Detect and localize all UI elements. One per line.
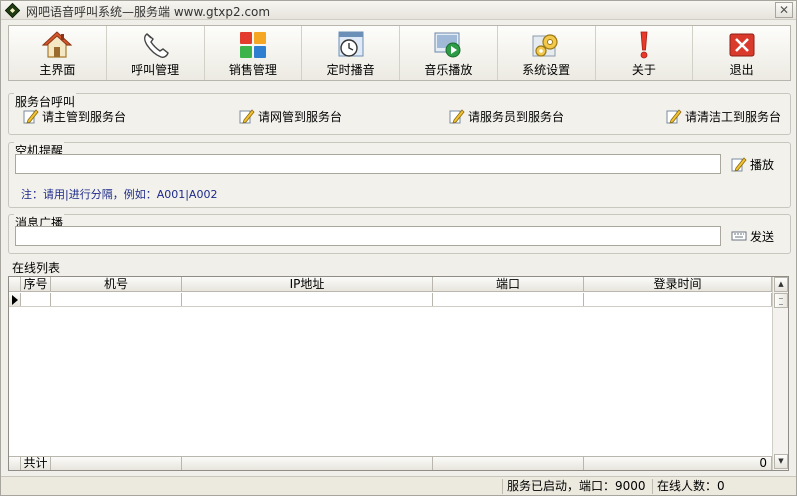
online-list-title: 在线列表 [12, 261, 61, 275]
toolbar-exit-button[interactable]: 退出 [693, 26, 790, 80]
footer-cell [182, 457, 433, 470]
column-header-index[interactable]: 序号 [21, 277, 51, 291]
call-network-admin-button[interactable]: 请网管到服务台 [239, 107, 342, 125]
table-cell[interactable] [182, 293, 433, 306]
main-toolbar: 主界面 呼叫管理 销售管理 定时播音 音乐播放 系统设置 关于 退出 [8, 25, 791, 81]
column-header-ip-address[interactable]: IP地址 [182, 277, 433, 291]
idle-reminder-note: 注：请用|进行分隔，例如：A001|A002 [21, 188, 218, 201]
send-button[interactable]: 发送 [731, 227, 774, 245]
send-label: 发送 [750, 229, 775, 244]
table-cell[interactable] [51, 293, 182, 306]
main-window: 网吧语音呼叫系统—服务端 www.gtxp2.com ✕ 主界面 呼叫管理 销售… [0, 0, 797, 496]
close-button[interactable]: ✕ [775, 2, 793, 18]
call-cleaner-label: 请清洁工到服务台 [685, 109, 782, 124]
table-cell[interactable] [433, 293, 584, 306]
online-count-status: 在线人数：0 [652, 479, 725, 494]
vertical-scrollbar[interactable]: ▲ ▼ [772, 277, 788, 470]
toolbar-about-button[interactable]: 关于 [596, 26, 694, 80]
grid-footer-row: 共计 0 [9, 456, 772, 470]
toolbar-about-label: 关于 [631, 63, 656, 77]
toolbar-call-management-button[interactable]: 呼叫管理 [107, 26, 205, 80]
footer-total-label: 共计 [21, 457, 51, 470]
table-cell[interactable] [584, 293, 772, 306]
toolbar-home-label: 主界面 [39, 63, 76, 77]
service-status: 服务已启动，端口：9000 [502, 479, 646, 494]
toolbar-exit-label: 退出 [729, 63, 754, 77]
phone-icon [144, 33, 169, 58]
keyboard-icon [731, 231, 747, 241]
play-button[interactable]: 播放 [731, 155, 774, 173]
toolbar-sales-management-button[interactable]: 销售管理 [205, 26, 303, 80]
call-supervisor-label: 请主管到服务台 [42, 109, 127, 124]
footer-total-count: 0 [584, 457, 772, 470]
row-indicator-footer [9, 457, 21, 470]
play-label: 播放 [750, 157, 775, 172]
edit-pen-icon [239, 109, 255, 124]
toolbar-music-player-button[interactable]: 音乐播放 [400, 26, 498, 80]
gear-icon [532, 34, 558, 57]
call-waiter-label: 请服务员到服务台 [468, 109, 565, 124]
status-bar: 服务已启动，端口：9000 在线人数：0 [1, 476, 796, 495]
title-bar[interactable]: 网吧语音呼叫系统—服务端 www.gtxp2.com ✕ [1, 1, 796, 20]
app-logo-icon [4, 2, 21, 19]
table-row[interactable] [9, 293, 772, 307]
edit-pen-icon [666, 109, 682, 124]
grid-header-row: 序号 机号 IP地址 端口 登录时间 [9, 277, 772, 292]
edit-pen-icon [731, 157, 747, 172]
toolbar-music-player-label: 音乐播放 [424, 63, 473, 77]
toolbar-call-management-label: 呼叫管理 [131, 63, 180, 77]
clock-icon [338, 31, 364, 57]
exclamation-icon [640, 31, 648, 59]
footer-cell [51, 457, 182, 470]
exit-icon [729, 33, 755, 57]
call-network-admin-label: 请网管到服务台 [258, 109, 343, 124]
online-list-grid: 序号 机号 IP地址 端口 登录时间 共计 0 ▲ ▼ [8, 276, 789, 471]
table-cell[interactable] [21, 293, 51, 306]
toolbar-system-settings-label: 系统设置 [522, 63, 571, 77]
column-header-port[interactable]: 端口 [433, 277, 584, 291]
current-row-arrow-icon [9, 293, 21, 306]
toolbar-sales-management-label: 销售管理 [228, 63, 277, 77]
toolbar-home-button[interactable]: 主界面 [9, 26, 107, 80]
idle-reminder-input[interactable] [15, 154, 721, 174]
scroll-thumb[interactable] [774, 293, 788, 308]
edit-pen-icon [449, 109, 465, 124]
broadcast-input[interactable] [15, 226, 721, 246]
idle-reminder-group: 空机提醒 播放 注：请用|进行分隔，例如：A001|A002 [8, 142, 791, 208]
toolbar-scheduled-broadcast-button[interactable]: 定时播音 [302, 26, 400, 80]
call-supervisor-button[interactable]: 请主管到服务台 [23, 107, 126, 125]
edit-pen-icon [23, 109, 39, 124]
call-cleaner-button[interactable]: 请清洁工到服务台 [666, 107, 781, 125]
toolbar-system-settings-button[interactable]: 系统设置 [498, 26, 596, 80]
scroll-down-arrow-icon[interactable]: ▼ [774, 454, 788, 469]
toolbar-scheduled-broadcast-label: 定时播音 [326, 63, 375, 77]
scroll-up-arrow-icon[interactable]: ▲ [774, 277, 788, 292]
column-header-login-time[interactable]: 登录时间 [584, 277, 772, 291]
call-waiter-button[interactable]: 请服务员到服务台 [449, 107, 564, 125]
service-call-group: 服务台呼叫 请主管到服务台 请网管到服务台 请服务员到服务台 请清洁工到服务台 [8, 93, 791, 135]
footer-cell [433, 457, 584, 470]
column-header-machine-no[interactable]: 机号 [51, 277, 182, 291]
home-icon [42, 31, 73, 58]
media-play-icon [434, 32, 461, 58]
broadcast-group: 消息广播 发送 [8, 214, 791, 254]
window-title: 网吧语音呼叫系统—服务端 www.gtxp2.com [26, 5, 271, 19]
row-indicator-header [9, 277, 21, 291]
color-grid-icon [239, 32, 266, 58]
